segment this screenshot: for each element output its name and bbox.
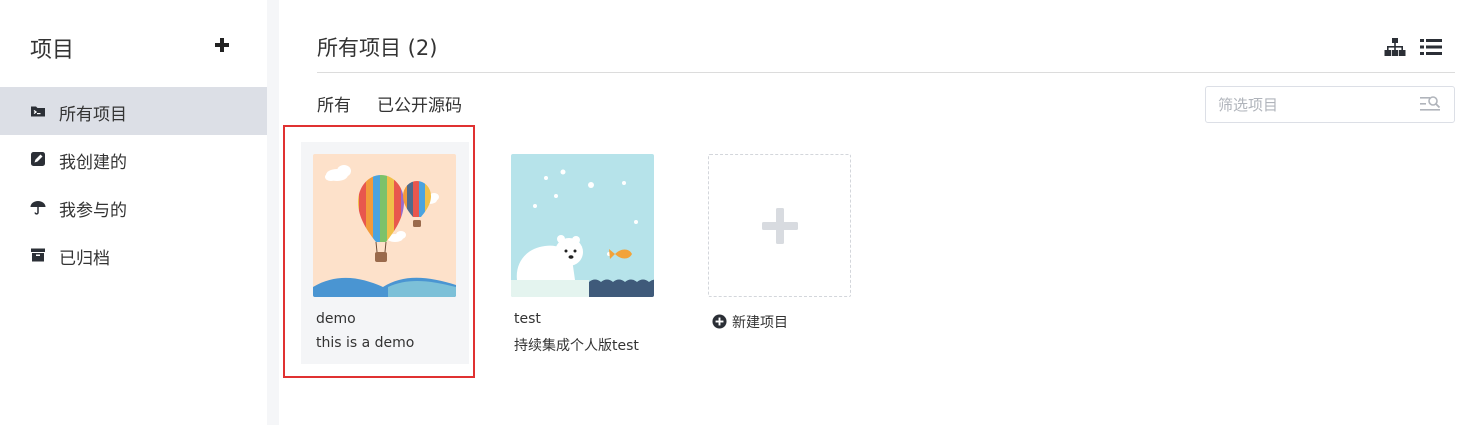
- edit-icon: [31, 152, 45, 166]
- filter-search-icon[interactable]: [1419, 93, 1441, 115]
- project-thumbnail: [511, 154, 654, 297]
- sidebar-item-archived[interactable]: 已归档: [0, 231, 267, 279]
- filter-projects-input[interactable]: [1218, 94, 1408, 116]
- hot-air-balloon-icon: [313, 165, 456, 297]
- sidebar-header: 项目: [30, 30, 231, 63]
- add-project-button[interactable]: [213, 30, 231, 60]
- project-card-test[interactable]: test 持续集成个人版test: [499, 142, 667, 364]
- sidebar: 项目 所有项目 我创建的 我参与的 已归档: [0, 0, 267, 425]
- project-description: this is a demo: [316, 335, 415, 351]
- filter-tab-open-source[interactable]: 已公开源码: [377, 91, 462, 116]
- sidebar-title: 项目: [30, 38, 75, 63]
- list-icon[interactable]: [1420, 37, 1442, 57]
- plus-icon: [215, 38, 229, 52]
- sidebar-item-joined[interactable]: 我参与的: [0, 183, 267, 231]
- header-divider: [317, 72, 1455, 73]
- sidebar-item-created-by-me[interactable]: 我创建的: [0, 135, 267, 183]
- new-project-card[interactable]: [708, 154, 851, 297]
- sidebar-item-label: 我参与的: [59, 201, 127, 221]
- sidebar-item-label: 所有项目: [59, 105, 127, 125]
- new-project-label: 新建项目: [732, 315, 788, 331]
- plus-icon: [762, 208, 798, 244]
- filter-tab-all[interactable]: 所有: [317, 91, 351, 116]
- project-name: test: [514, 311, 541, 327]
- project-name: demo: [316, 311, 356, 327]
- project-card-demo[interactable]: demo this is a demo: [301, 142, 469, 364]
- archive-icon: [31, 248, 45, 262]
- umbrella-icon: [30, 201, 46, 215]
- filter-projects-box: [1205, 86, 1455, 123]
- project-description: 持续集成个人版test: [514, 338, 639, 354]
- folder-icon: [31, 106, 45, 117]
- project-thumbnail: [313, 154, 456, 297]
- sitemap-icon[interactable]: [1384, 37, 1406, 57]
- polar-bear-icon: [511, 169, 654, 297]
- page-title: 所有项目 (2): [317, 36, 438, 60]
- sidebar-item-label: 已归档: [59, 249, 110, 269]
- sidebar-item-label: 我创建的: [59, 153, 127, 173]
- sidebar-item-all-projects[interactable]: 所有项目: [0, 87, 267, 135]
- sidebar-divider: [267, 0, 279, 425]
- plus-circle-icon: [712, 314, 727, 329]
